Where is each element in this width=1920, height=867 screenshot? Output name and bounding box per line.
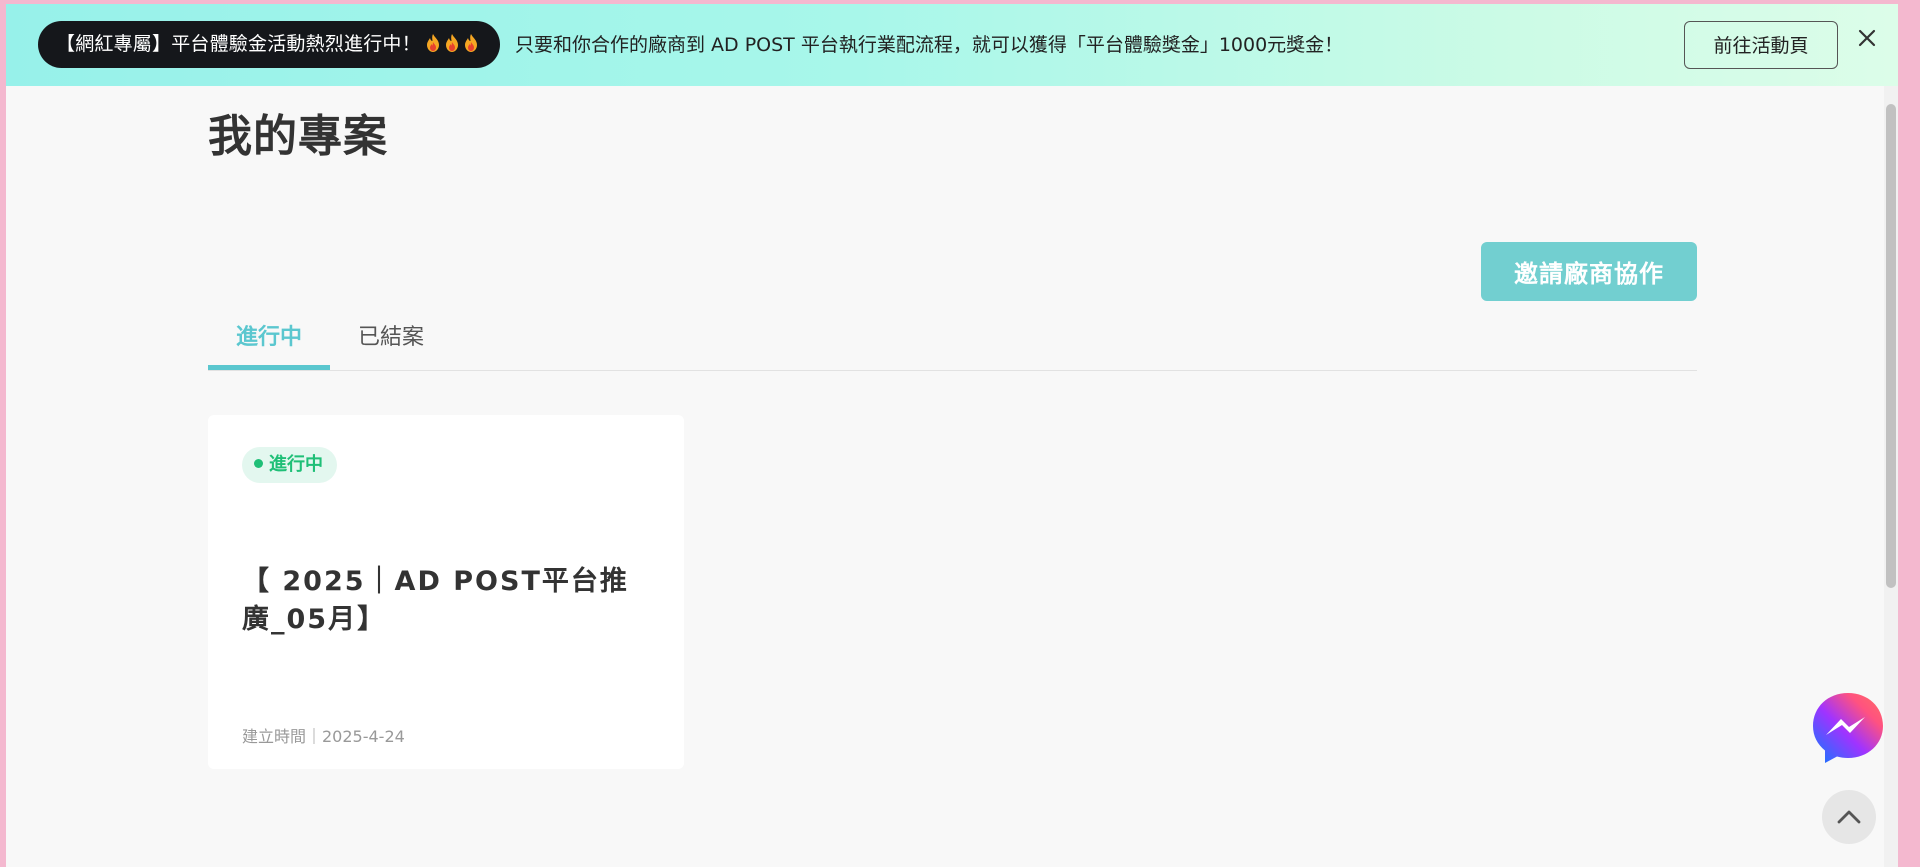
promo-banner: 【網紅專屬】平台體驗金活動熱烈進行中！ 只要和你合作的廠商到 AD POST 平… [6,4,1898,86]
fire-icons [425,21,482,68]
messenger-icon[interactable] [1810,690,1886,766]
promo-pill: 【網紅專屬】平台體驗金活動熱烈進行中！ [38,21,500,68]
status-badge: 進行中 [242,447,337,483]
tab-closed[interactable]: 已結案 [330,316,452,370]
project-tabs: 進行中 已結案 [208,316,1697,371]
promo-pill-text: 【網紅專屬】平台體驗金活動熱烈進行中！ [56,33,421,55]
page-title: 我的專案 [208,111,388,162]
fire-icon [426,34,439,52]
back-to-top-button[interactable] [1822,790,1876,844]
status-dot [254,459,263,468]
scrollbar-thumb[interactable] [1886,104,1896,588]
go-to-event-button[interactable]: 前往活動頁 [1684,21,1838,69]
invite-vendor-button[interactable]: 邀請廠商協作 [1481,242,1697,301]
fire-icon [445,34,458,52]
project-created-date: 建立時間｜2025-4-24 [242,727,405,746]
status-label: 進行中 [269,454,323,475]
browser-window: 【網紅專屬】平台體驗金活動熱烈進行中！ 只要和你合作的廠商到 AD POST 平… [6,4,1898,867]
tab-in-progress[interactable]: 進行中 [208,316,330,370]
close-icon[interactable] [1855,26,1879,50]
promo-message: 只要和你合作的廠商到 AD POST 平台執行業配流程，就可以獲得「平台體驗獎金… [515,34,1344,56]
project-title: 【 2025｜AD POST平台推廣_05月】 [242,566,629,635]
chevron-up-icon [1837,810,1861,824]
fire-icon [464,34,477,52]
project-card[interactable]: 進行中 【 2025｜AD POST平台推廣_05月】 建立時間｜2025-4-… [208,415,684,769]
